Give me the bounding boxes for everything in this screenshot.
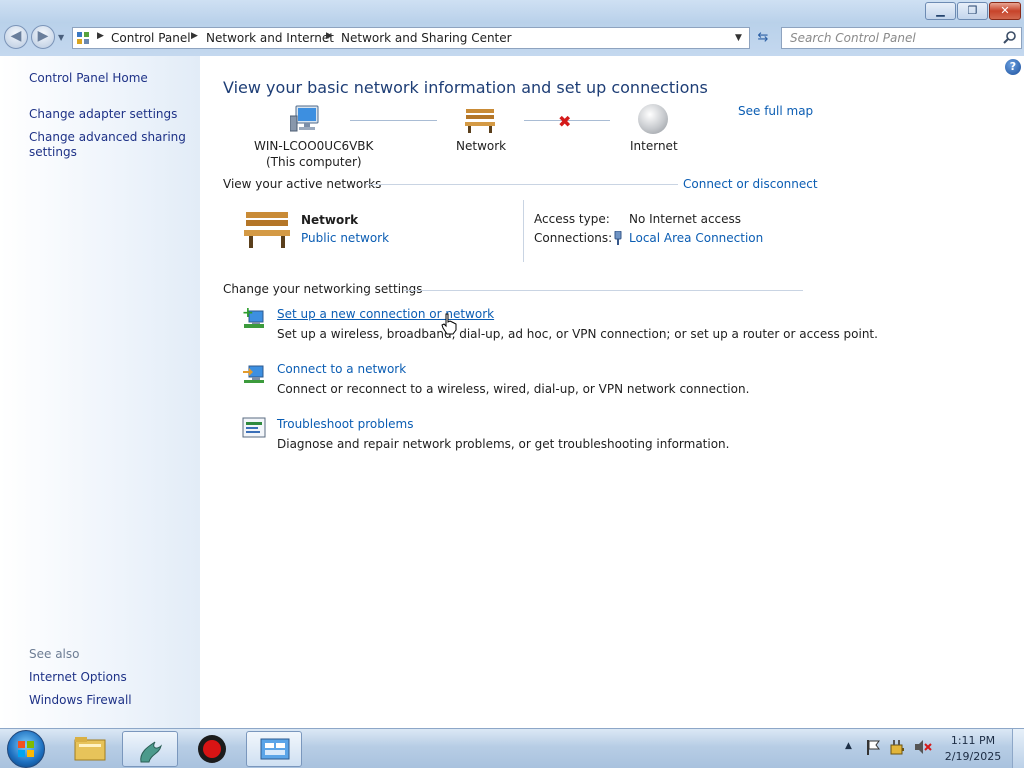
- breadcrumb-network-and-internet[interactable]: Network and Internet: [206, 31, 334, 45]
- vertical-divider: [523, 200, 524, 262]
- breadcrumb-control-panel[interactable]: Control Panel: [111, 31, 191, 45]
- active-network-name: Network: [301, 213, 359, 227]
- address-dropdown-icon[interactable]: ▼: [735, 33, 742, 43]
- section-divider: [404, 290, 803, 291]
- search-icon[interactable]: [1003, 30, 1017, 48]
- computer-sublabel: (This computer): [266, 155, 362, 169]
- record-icon: [198, 735, 226, 763]
- clock-time: 1:11 PM: [950, 734, 996, 747]
- task-connect-network-desc: Connect or reconnect to a wireless, wire…: [277, 382, 750, 396]
- back-button[interactable]: ◀: [4, 25, 28, 49]
- public-network-link[interactable]: Public network: [301, 231, 389, 245]
- taskbar-explorer-button[interactable]: [62, 731, 118, 767]
- tasks-pane: Control Panel Home Change adapter settin…: [0, 56, 200, 728]
- help-icon: ?: [1009, 60, 1017, 73]
- change-advanced-sharing-link-line2[interactable]: settings: [29, 145, 77, 159]
- start-button[interactable]: [7, 730, 45, 768]
- restore-icon: ❐: [967, 4, 978, 17]
- computer-icon: [289, 104, 322, 136]
- hand-cursor-icon: [441, 313, 457, 335]
- refresh-button[interactable]: ⇆: [752, 28, 774, 48]
- close-icon: ✕: [1000, 4, 1010, 17]
- map-connector-line: [350, 120, 437, 121]
- troubleshoot-icon: [242, 416, 266, 440]
- volume-muted-icon[interactable]: [914, 739, 932, 758]
- page-title: View your basic network information and …: [223, 78, 708, 97]
- forward-button[interactable]: ▶: [31, 25, 55, 49]
- see-full-map-link[interactable]: See full map: [738, 104, 813, 118]
- windows-firewall-link[interactable]: Windows Firewall: [29, 693, 132, 707]
- task-troubleshoot-link[interactable]: Troubleshoot problems: [277, 417, 413, 431]
- bench-network-icon: [242, 208, 292, 250]
- see-also-label: See also: [29, 647, 80, 661]
- back-arrow-icon: ◀: [10, 28, 22, 44]
- network-sharing-icon: [260, 738, 290, 760]
- action-center-flag-icon[interactable]: [866, 739, 880, 758]
- breadcrumb-separator-icon[interactable]: ▶: [97, 31, 104, 41]
- help-button[interactable]: ?: [1005, 59, 1021, 75]
- task-setup-new-connection-desc: Set up a wireless, broadband, dial-up, a…: [277, 327, 878, 341]
- connect-or-disconnect-link[interactable]: Connect or disconnect: [683, 177, 818, 191]
- change-adapter-settings-link[interactable]: Change adapter settings: [29, 107, 177, 121]
- search-box[interactable]: Search Control Panel: [781, 27, 1022, 49]
- address-bar[interactable]: ▶ Control Panel ▶ Network and Internet ▶…: [72, 27, 750, 49]
- refresh-icon: ⇆: [757, 30, 769, 45]
- bench-network-icon: [464, 106, 496, 134]
- breadcrumb-separator-icon[interactable]: ▶: [326, 31, 333, 41]
- restore-button[interactable]: ❐: [957, 2, 988, 20]
- change-settings-label: Change your networking settings: [223, 282, 423, 296]
- minimize-icon: ▁: [936, 4, 945, 17]
- task-connect-network-link[interactable]: Connect to a network: [277, 362, 406, 376]
- windows-logo-icon: [18, 741, 34, 757]
- map-internet-label: Internet: [630, 139, 678, 153]
- control-panel-home-link[interactable]: Control Panel Home: [29, 71, 148, 85]
- change-advanced-sharing-link[interactable]: Change advanced sharing: [29, 130, 186, 144]
- local-area-connection-link[interactable]: Local Area Connection: [629, 231, 763, 245]
- internet-options-link[interactable]: Internet Options: [29, 670, 127, 684]
- main-content: ? View your basic network information an…: [200, 56, 1024, 728]
- search-placeholder[interactable]: Search Control Panel: [790, 31, 916, 45]
- dragon-app-icon: [140, 741, 162, 763]
- ethernet-icon: [613, 230, 623, 245]
- access-type-value: No Internet access: [629, 212, 742, 226]
- taskbar-control-panel-button[interactable]: [246, 731, 302, 767]
- breadcrumb-separator-icon[interactable]: ▶: [191, 31, 198, 41]
- computer-name: WIN-LCOO0UC6VBK: [254, 139, 374, 153]
- section-divider: [366, 184, 678, 185]
- control-panel-icon: [76, 31, 90, 45]
- globe-internet-icon: [638, 104, 668, 134]
- task-setup-new-connection-link[interactable]: Set up a new connection or network: [277, 307, 494, 321]
- system-clock[interactable]: 1:11 PM 2/19/2025: [938, 733, 1008, 765]
- show-desktop-button[interactable]: [1012, 729, 1024, 768]
- taskbar-record-button[interactable]: [184, 731, 240, 767]
- close-button[interactable]: ✕: [989, 2, 1021, 20]
- taskbar-app-button[interactable]: [122, 731, 178, 767]
- power-plugged-icon[interactable]: [890, 739, 906, 758]
- minimize-button[interactable]: ▁: [925, 2, 956, 20]
- folder-icon: [74, 737, 106, 761]
- svg-text:+: +: [242, 306, 254, 321]
- task-troubleshoot-desc: Diagnose and repair network problems, or…: [277, 437, 730, 451]
- show-hidden-icons-button[interactable]: ▲: [845, 741, 852, 751]
- breadcrumb-network-sharing-center[interactable]: Network and Sharing Center: [341, 31, 512, 45]
- recent-pages-dropdown-icon[interactable]: ▼: [58, 33, 64, 42]
- clock-date: 2/19/2025: [944, 750, 1002, 763]
- connections-label: Connections:: [534, 231, 613, 245]
- title-bar: ▁ ❐ ✕ ◀ ▶ ▼ ▶ Control Panel ▶ Network an…: [0, 0, 1024, 56]
- forward-arrow-icon: ▶: [37, 28, 49, 44]
- active-networks-label: View your active networks: [223, 177, 382, 191]
- error-x-icon[interactable]: ✖: [558, 112, 571, 131]
- connect-network-icon: [242, 361, 266, 385]
- map-network-label: Network: [456, 139, 507, 153]
- access-type-label: Access type:: [534, 212, 610, 226]
- new-connection-icon: +: [242, 305, 266, 330]
- taskbar: ▲ 1:11 PM 2/19/2025: [0, 728, 1024, 768]
